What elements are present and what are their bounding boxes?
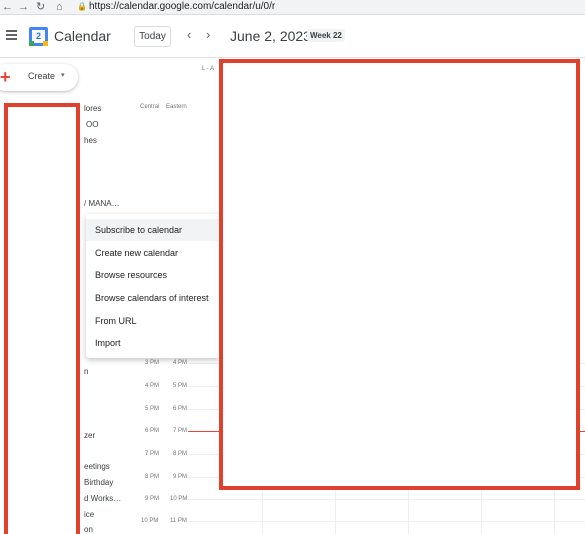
app-title: Calendar — [54, 28, 111, 44]
time-label-central: 3 PM — [145, 360, 160, 366]
menu-item-subscribe[interactable]: Subscribe to calendar — [86, 219, 220, 241]
arrow-back-icon[interactable]: ← — [2, 0, 13, 14]
calendar-list-item[interactable]: Birthday — [84, 478, 113, 487]
calendar-header: 2 Calendar Today ‹ › June 2, 2023 Week 2… — [0, 16, 585, 58]
chevron-left-icon[interactable]: ‹ — [187, 27, 191, 42]
time-label-eastern: 8 PM — [173, 451, 188, 457]
menu-item-import[interactable]: Import — [86, 332, 220, 354]
calendar-list-item[interactable]: ice — [84, 510, 94, 519]
timezone-secondary-label: Eastern — [166, 104, 187, 110]
lock-icon: 🔒 — [77, 2, 87, 11]
home-icon[interactable]: ⌂ — [56, 0, 63, 14]
redaction-box-main — [219, 59, 580, 490]
arrow-forward-icon[interactable]: → — [18, 0, 29, 14]
create-label: Create — [28, 71, 56, 81]
browser-toolbar: ← → ↻ ⌂ 🔒 https://calendar.google.com/ca… — [0, 0, 585, 15]
menu-item-browse-resources[interactable]: Browse resources — [86, 264, 220, 286]
time-label-central: 8 PM — [145, 474, 160, 480]
chevron-down-icon: ▾ — [61, 72, 65, 79]
calendar-list-item[interactable]: hes — [84, 136, 97, 145]
menu-item-browse-interest[interactable]: Browse calendars of interest — [86, 287, 220, 309]
calendar-logo: 2 — [29, 27, 48, 46]
time-label-central: 7 PM — [145, 451, 160, 457]
time-label-eastern: 6 PM — [173, 406, 188, 412]
chevron-right-icon[interactable]: › — [206, 27, 210, 42]
time-label-eastern: 5 PM — [173, 383, 188, 389]
calendar-list-item[interactable]: / MANA… — [84, 199, 120, 208]
time-label-eastern: 7 PM — [173, 428, 188, 434]
time-label-central: 9 PM — [145, 496, 160, 502]
calendar-list-item[interactable]: OO — [86, 120, 98, 129]
main-menu-icon[interactable] — [6, 30, 17, 40]
reload-icon[interactable]: ↻ — [36, 0, 45, 14]
current-date-title: June 2, 2023 — [230, 28, 311, 44]
calendar-list-item[interactable]: on — [84, 525, 93, 534]
calendar-list-item[interactable]: zer — [84, 431, 95, 440]
menu-item-from-url[interactable]: From URL — [86, 310, 220, 332]
time-label-central: 10 PM — [141, 518, 159, 524]
calendar-list-item[interactable]: d Works… — [84, 494, 121, 503]
timezone-primary-label: Central — [140, 104, 160, 110]
today-button[interactable]: Today — [134, 26, 171, 47]
time-label-eastern: 11 PM — [170, 518, 187, 524]
time-label-eastern: 9 PM — [173, 474, 188, 480]
calendar-list-item[interactable]: lores — [84, 104, 101, 113]
time-label-eastern: 4 PM — [173, 360, 188, 366]
calendar-list-item[interactable]: eetings — [84, 462, 110, 471]
time-label-central: 4 PM — [145, 383, 160, 389]
plus-icon: + — [0, 67, 11, 87]
calendar-list-item[interactable]: n — [84, 367, 88, 376]
add-calendar-menu: Subscribe to calendar Create new calenda… — [86, 214, 220, 358]
time-label-central: 6 PM — [145, 428, 160, 434]
address-bar[interactable]: https://calendar.google.com/calendar/u/0… — [89, 1, 275, 13]
time-label-central: 5 PM — [145, 406, 160, 412]
redaction-box-sidebar — [4, 103, 80, 534]
time-label-eastern: 10 PM — [170, 496, 188, 502]
week-badge: Week 22 — [307, 29, 345, 42]
day-column-header: L - A — [202, 66, 215, 72]
create-button[interactable]: + Create ▾ — [0, 64, 78, 91]
menu-item-create-new[interactable]: Create new calendar — [86, 242, 220, 264]
